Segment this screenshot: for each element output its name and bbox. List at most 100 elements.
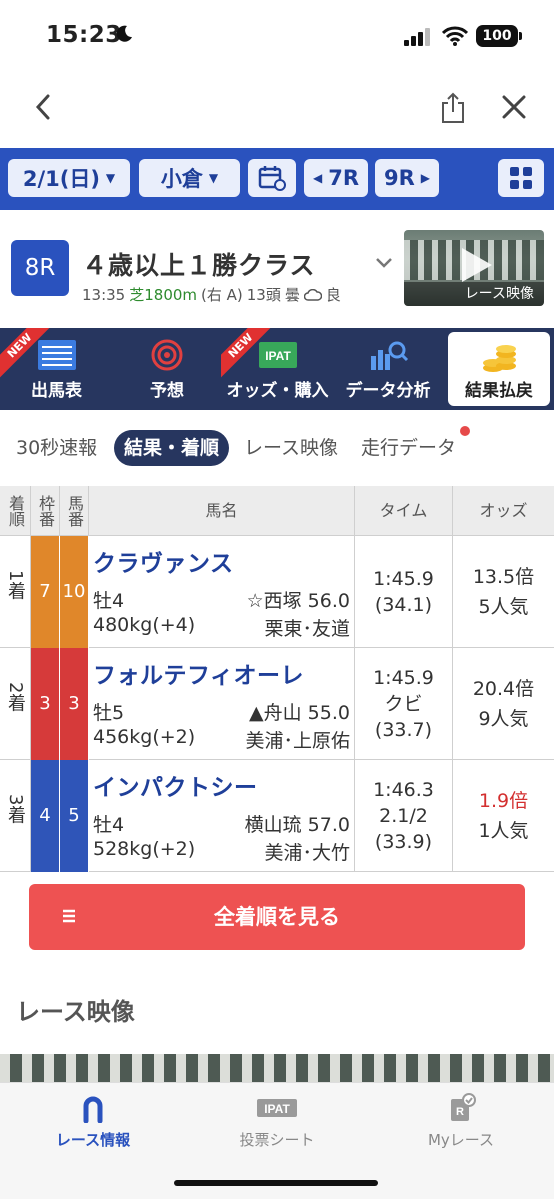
chevron-down-icon[interactable] bbox=[374, 256, 394, 270]
popularity: 1人気 bbox=[478, 820, 529, 842]
tab-vote-sheet-label: 投票シート bbox=[239, 1131, 315, 1149]
table-row[interactable]: 2着 3 3 フォルテフィオーレ 牡5 456kg(+2) ▲舟山 55.0 美… bbox=[0, 648, 554, 760]
tab-running-data[interactable]: 走行データ bbox=[361, 430, 456, 466]
menu-data-analysis-label: データ分析 bbox=[345, 381, 431, 401]
menu-entries[interactable]: 出馬表 NEW bbox=[0, 328, 113, 410]
tab-race-video[interactable]: レース映像 bbox=[244, 430, 338, 466]
ipat-icon: IPAT bbox=[257, 1099, 297, 1117]
tab-vote-sheet[interactable]: IPAT 投票シート bbox=[202, 1093, 352, 1150]
race-video-player[interactable] bbox=[0, 1054, 554, 1082]
time-cell: 1:45.9 (34.1) bbox=[355, 536, 453, 648]
header-rank: 着順 bbox=[0, 486, 31, 536]
menu-results-payouts[interactable]: 結果払戻 bbox=[448, 332, 550, 406]
header-odds: オッズ bbox=[453, 486, 554, 536]
date-label: 2/1(日) bbox=[22, 167, 100, 191]
menu-results-payouts-label: 結果払戻 bbox=[465, 381, 533, 401]
finish-time: 1:45.9 bbox=[373, 568, 434, 590]
close-icon[interactable] bbox=[500, 93, 528, 121]
tab-race-info-label: レース情報 bbox=[55, 1131, 131, 1149]
race-header: 8R ４歳以上１勝クラス 13:35 芝1800m (右 A) 13頭 曇 良 … bbox=[0, 210, 554, 328]
prev-race-label: 7R bbox=[328, 166, 360, 190]
popularity: 9人気 bbox=[478, 708, 529, 730]
ipat-icon-text: IPAT bbox=[264, 1102, 290, 1116]
calendar-button[interactable] bbox=[248, 159, 296, 197]
table-row[interactable]: 1着 7 10 クラヴァンス 牡4 480kg(+4) ☆西塚 56.0 栗東･… bbox=[0, 536, 554, 648]
menu-data-analysis[interactable]: データ分析 bbox=[334, 328, 442, 410]
race-meta: 13:35 芝1800m (右 A) 13頭 曇 良 bbox=[82, 284, 341, 305]
race-going: 良 bbox=[325, 286, 341, 304]
tab-race-info[interactable]: レース情報 bbox=[18, 1093, 168, 1150]
time-cell: 1:46.3 2.1/2 (33.9) bbox=[355, 760, 453, 872]
menu-prediction[interactable]: 予想 bbox=[113, 328, 221, 410]
horse-name-link[interactable]: フォルテフィオーレ bbox=[93, 656, 304, 690]
race-video-section-title: レース映像 bbox=[16, 998, 135, 1026]
umaban-cell: 5 bbox=[60, 760, 89, 872]
new-badge-text: NEW bbox=[221, 328, 271, 378]
view-full-order-button[interactable]: 全着順を見る bbox=[29, 884, 525, 950]
horse-name-link[interactable]: インパクトシー bbox=[93, 768, 258, 802]
dropdown-icon: ▼ bbox=[105, 171, 116, 185]
odds-cell: 20.4倍 9人気 bbox=[453, 648, 554, 760]
horse-weight: 480kg(+4) bbox=[93, 614, 196, 636]
horse-cell: クラヴァンス 牡4 480kg(+4) ☆西塚 56.0 栗東･友道 bbox=[89, 536, 355, 648]
result-subtabs: 30秒速報 結果・着順 レース映像 走行データ bbox=[0, 420, 554, 474]
last-3f: (33.9) bbox=[374, 831, 433, 853]
odds-cell: 1.9倍 1人気 bbox=[453, 760, 554, 872]
race-title: ４歳以上１勝クラス bbox=[82, 251, 316, 280]
results-table: 着順 枠番 馬番 馬名 タイム オッズ 1着 7 10 クラヴァンス 牡4 48… bbox=[0, 486, 554, 873]
next-race-button[interactable]: 9R ▶ bbox=[375, 159, 439, 197]
race-video-thumbnail[interactable]: レース映像 bbox=[404, 230, 544, 306]
new-badge-text: NEW bbox=[0, 328, 50, 378]
rank-text: 2着 bbox=[5, 682, 26, 712]
menu-prediction-label: 予想 bbox=[150, 381, 184, 401]
odds-value: 20.4倍 bbox=[472, 678, 535, 700]
trainer: 美浦･上原佑 bbox=[245, 730, 350, 752]
back-icon[interactable] bbox=[30, 92, 58, 122]
tab-my-race[interactable]: R Myレース bbox=[386, 1093, 536, 1150]
tab-results-order[interactable]: 結果・着順 bbox=[114, 430, 230, 466]
list-icon bbox=[63, 909, 75, 923]
jockey-weight: ▲舟山 55.0 bbox=[249, 702, 350, 724]
home-indicator bbox=[174, 1180, 378, 1186]
nav-bar bbox=[0, 76, 554, 146]
race-selector-bar: 2/1(日) ▼ 小倉 ▼ ◀ 7R 9R ▶ bbox=[0, 148, 554, 210]
last-3f: (33.7) bbox=[374, 719, 433, 741]
rank-cell: 2着 bbox=[0, 648, 31, 760]
cellular-signal-icon bbox=[404, 28, 430, 46]
grid-menu-button[interactable] bbox=[498, 159, 544, 197]
race-weather: 曇 bbox=[284, 286, 300, 304]
target-icon bbox=[151, 339, 183, 371]
horse-name-link[interactable]: クラヴァンス bbox=[93, 544, 234, 578]
menu-entries-label: 出馬表 bbox=[31, 381, 82, 401]
venue-select[interactable]: 小倉 ▼ bbox=[139, 159, 240, 197]
table-row[interactable]: 3着 4 5 インパクトシー 牡4 528kg(+2) 横山琉 57.0 美浦･… bbox=[0, 760, 554, 872]
header-waku-label: 枠番 bbox=[36, 494, 55, 527]
horse-sex-age: 牡5 bbox=[93, 702, 125, 724]
moon-icon bbox=[116, 25, 132, 42]
race-menu-bar: 出馬表 NEW 予想 IPAT オッズ・購入 NEW データ分析 結果払戻 bbox=[0, 328, 554, 410]
date-select[interactable]: 2/1(日) ▼ bbox=[8, 159, 130, 197]
tab-my-race-label: Myレース bbox=[427, 1131, 495, 1149]
tab-30sec-report[interactable]: 30秒速報 bbox=[16, 430, 97, 466]
popularity: 5人気 bbox=[478, 596, 529, 618]
header-time: タイム bbox=[355, 486, 453, 536]
header-horse-name: 馬名 bbox=[89, 486, 355, 536]
race-video-label: レース映像 bbox=[404, 282, 544, 306]
time-cell: 1:45.9 クビ (33.7) bbox=[355, 648, 453, 760]
odds-value: 1.9倍 bbox=[478, 790, 529, 812]
next-arrow-icon: ▶ bbox=[420, 171, 431, 185]
horse-sex-age: 牡4 bbox=[93, 590, 125, 612]
race-course: (右 A) bbox=[201, 286, 243, 304]
last-3f: (34.1) bbox=[374, 594, 433, 616]
rank-text: 3着 bbox=[5, 794, 26, 824]
margin: クビ bbox=[384, 693, 423, 715]
share-icon[interactable] bbox=[440, 92, 466, 124]
menu-odds-purchase-label: オッズ・購入 bbox=[226, 381, 329, 401]
wifi-icon bbox=[442, 26, 468, 46]
coins-icon bbox=[483, 345, 516, 372]
race-number-badge: 8R bbox=[11, 240, 69, 296]
view-full-order-label: 全着順を見る bbox=[214, 905, 340, 929]
menu-odds-purchase[interactable]: IPAT オッズ・購入 NEW bbox=[221, 328, 334, 410]
prev-race-button[interactable]: ◀ 7R bbox=[304, 159, 368, 197]
new-badge: NEW bbox=[221, 328, 271, 378]
